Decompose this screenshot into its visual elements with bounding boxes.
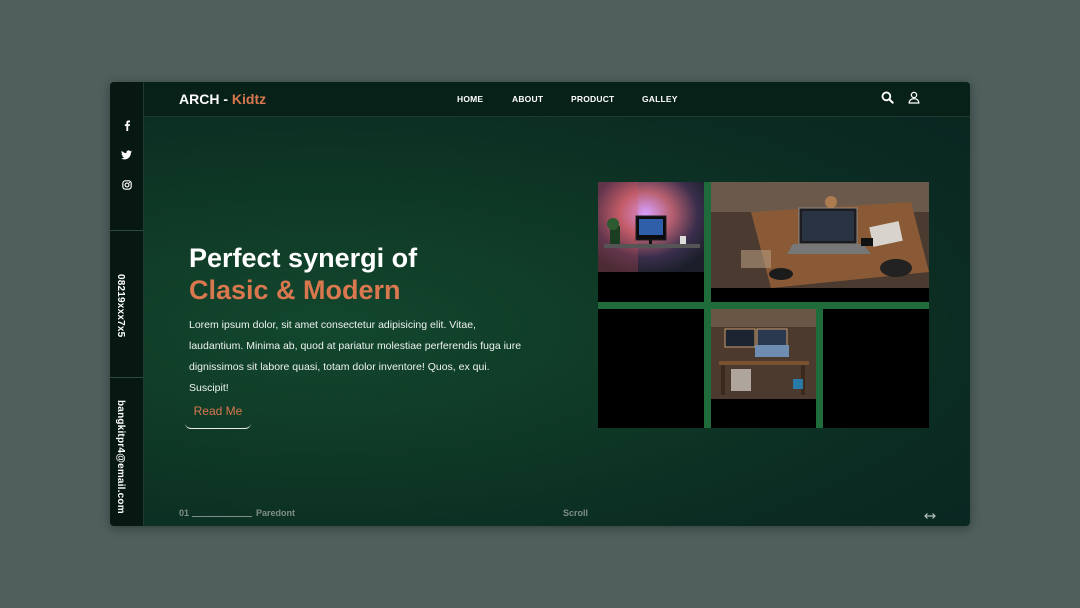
slide-label: Paredont [256,508,296,518]
scroll-label[interactable]: Scroll [563,508,588,518]
gallery-image-laptop-desk[interactable] [711,182,929,302]
hero-title: Perfect synergi of Clasic & Modern [189,242,417,306]
email-address: bangkitpr4@email.com [115,400,126,514]
nav-galley[interactable]: GALLEY [642,94,678,104]
image-gallery [598,182,929,428]
brand-accent: Kidtz [231,91,267,107]
nav-product[interactable]: PRODUCT [571,94,614,104]
nav-about[interactable]: ABOUT [512,94,543,104]
gallery-image-3[interactable] [598,309,704,428]
slide-progress-line [192,516,252,517]
horizontal-arrows-icon[interactable] [924,508,936,519]
nav-home[interactable]: HOME [457,94,483,104]
phone-number: 08219xxx7x5 [115,274,126,338]
facebook-icon[interactable] [110,120,143,134]
gallery-image-rgb-desk[interactable] [598,182,704,302]
slide-index: 01 [179,508,190,518]
hero-title-line1: Perfect synergi of [189,243,418,273]
read-me-button[interactable]: Read Me [185,400,251,429]
search-icon[interactable] [881,91,895,105]
brand-logo[interactable]: ARCH - Kidtz [179,91,266,107]
brand-name: ARCH - [179,91,232,107]
instagram-icon[interactable] [110,180,143,193]
sidebar-divider [110,230,143,231]
user-icon[interactable] [908,91,922,105]
gallery-image-5[interactable] [823,309,929,428]
social-sidebar: 08219xxx7x5 bangkitpr4@email.com [110,82,144,526]
top-navbar: ARCH - Kidtz HOME ABOUT PRODUCT GALLEY [144,82,970,117]
twitter-icon[interactable] [110,150,143,163]
sidebar-divider [110,377,143,378]
hero-title-line2: Clasic & Modern [189,275,401,305]
landing-page: 08219xxx7x5 bangkitpr4@email.com ARCH - … [110,82,970,526]
hero-description: Lorem ipsum dolor, sit amet consectetur … [189,319,522,394]
gallery-image-gaming-room[interactable] [711,309,816,428]
